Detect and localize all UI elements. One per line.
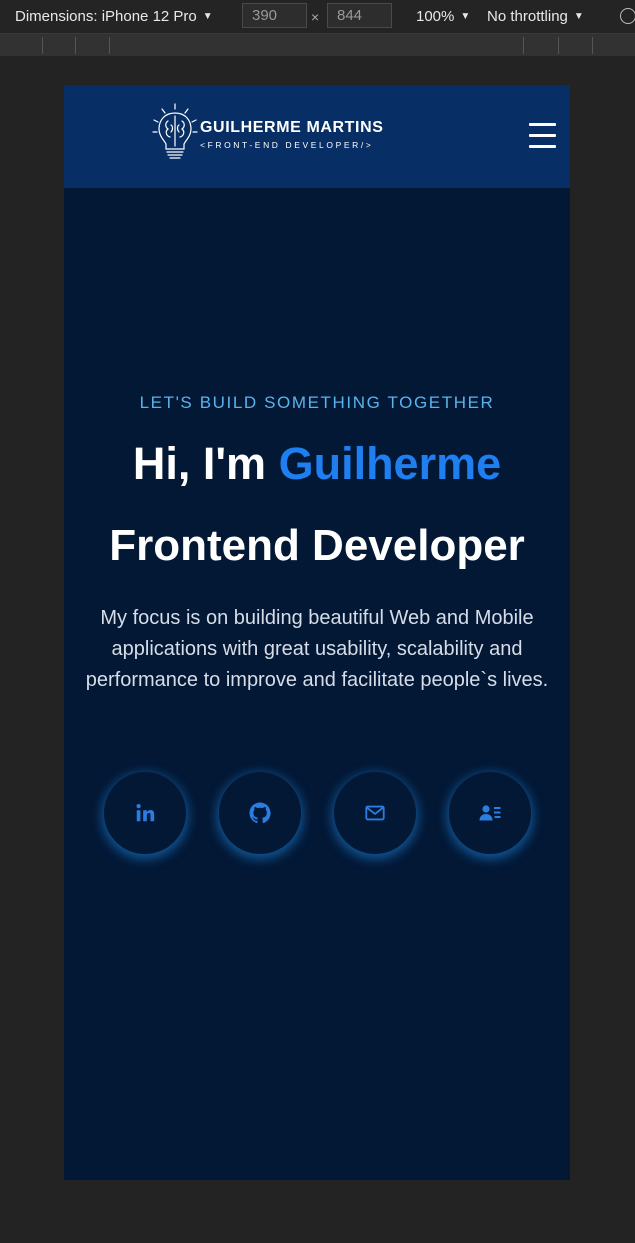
mail-icon — [365, 805, 385, 821]
github-icon — [249, 802, 271, 824]
hero-description: My focus is on building beautiful Web an… — [85, 607, 549, 691]
media-query-ruler — [0, 33, 635, 56]
resume-button[interactable] — [449, 772, 531, 854]
site-header: GUILHERME MARTINS <FRONT-END DEVELOPER/> — [64, 85, 570, 188]
hamburger-icon[interactable] — [529, 123, 557, 149]
width-input[interactable]: 390 — [242, 3, 307, 28]
brain-bulb-icon — [152, 103, 198, 159]
greeting-name: Guilherme — [278, 438, 502, 489]
linkedin-button[interactable] — [104, 772, 186, 854]
hero-eyebrow: LET'S BUILD SOMETHING TOGETHER — [139, 393, 495, 412]
zoom-label: 100% — [416, 8, 455, 25]
dimensions-label: Dimensions: iPhone 12 Pro — [15, 8, 197, 25]
zoom-dropdown[interactable]: 100% ▼ — [416, 0, 470, 33]
chevron-down-icon: ▼ — [460, 11, 471, 22]
dimension-separator: × — [311, 8, 320, 25]
hero-role: Frontend Developer — [109, 521, 525, 570]
dimensions-dropdown[interactable]: Dimensions: iPhone 12 Pro ▼ — [15, 0, 213, 33]
logo-tagline: <FRONT-END DEVELOPER/> — [200, 140, 374, 150]
chevron-down-icon: ▼ — [202, 11, 213, 22]
rotate-icon[interactable] — [620, 8, 635, 24]
github-button[interactable] — [219, 772, 301, 854]
site-logo[interactable]: GUILHERME MARTINS <FRONT-END DEVELOPER/> — [150, 102, 390, 164]
linkedin-icon — [136, 804, 155, 822]
throttling-dropdown[interactable]: No throttling ▼ — [487, 0, 584, 33]
chevron-down-icon: ▼ — [573, 11, 584, 22]
device-viewport: GUILHERME MARTINS <FRONT-END DEVELOPER/>… — [64, 85, 570, 1180]
email-button[interactable] — [334, 772, 416, 854]
greeting-prefix: Hi, I'm — [132, 438, 279, 489]
contact-card-icon — [479, 805, 501, 821]
logo-name: GUILHERME MARTINS — [200, 119, 384, 136]
height-input[interactable]: 844 — [327, 3, 392, 28]
devtools-toolbar: Dimensions: iPhone 12 Pro ▼ 390 × 844 10… — [0, 0, 635, 33]
hero-greeting: Hi, I'm Guilherme — [64, 438, 570, 490]
throttling-label: No throttling — [487, 8, 568, 25]
